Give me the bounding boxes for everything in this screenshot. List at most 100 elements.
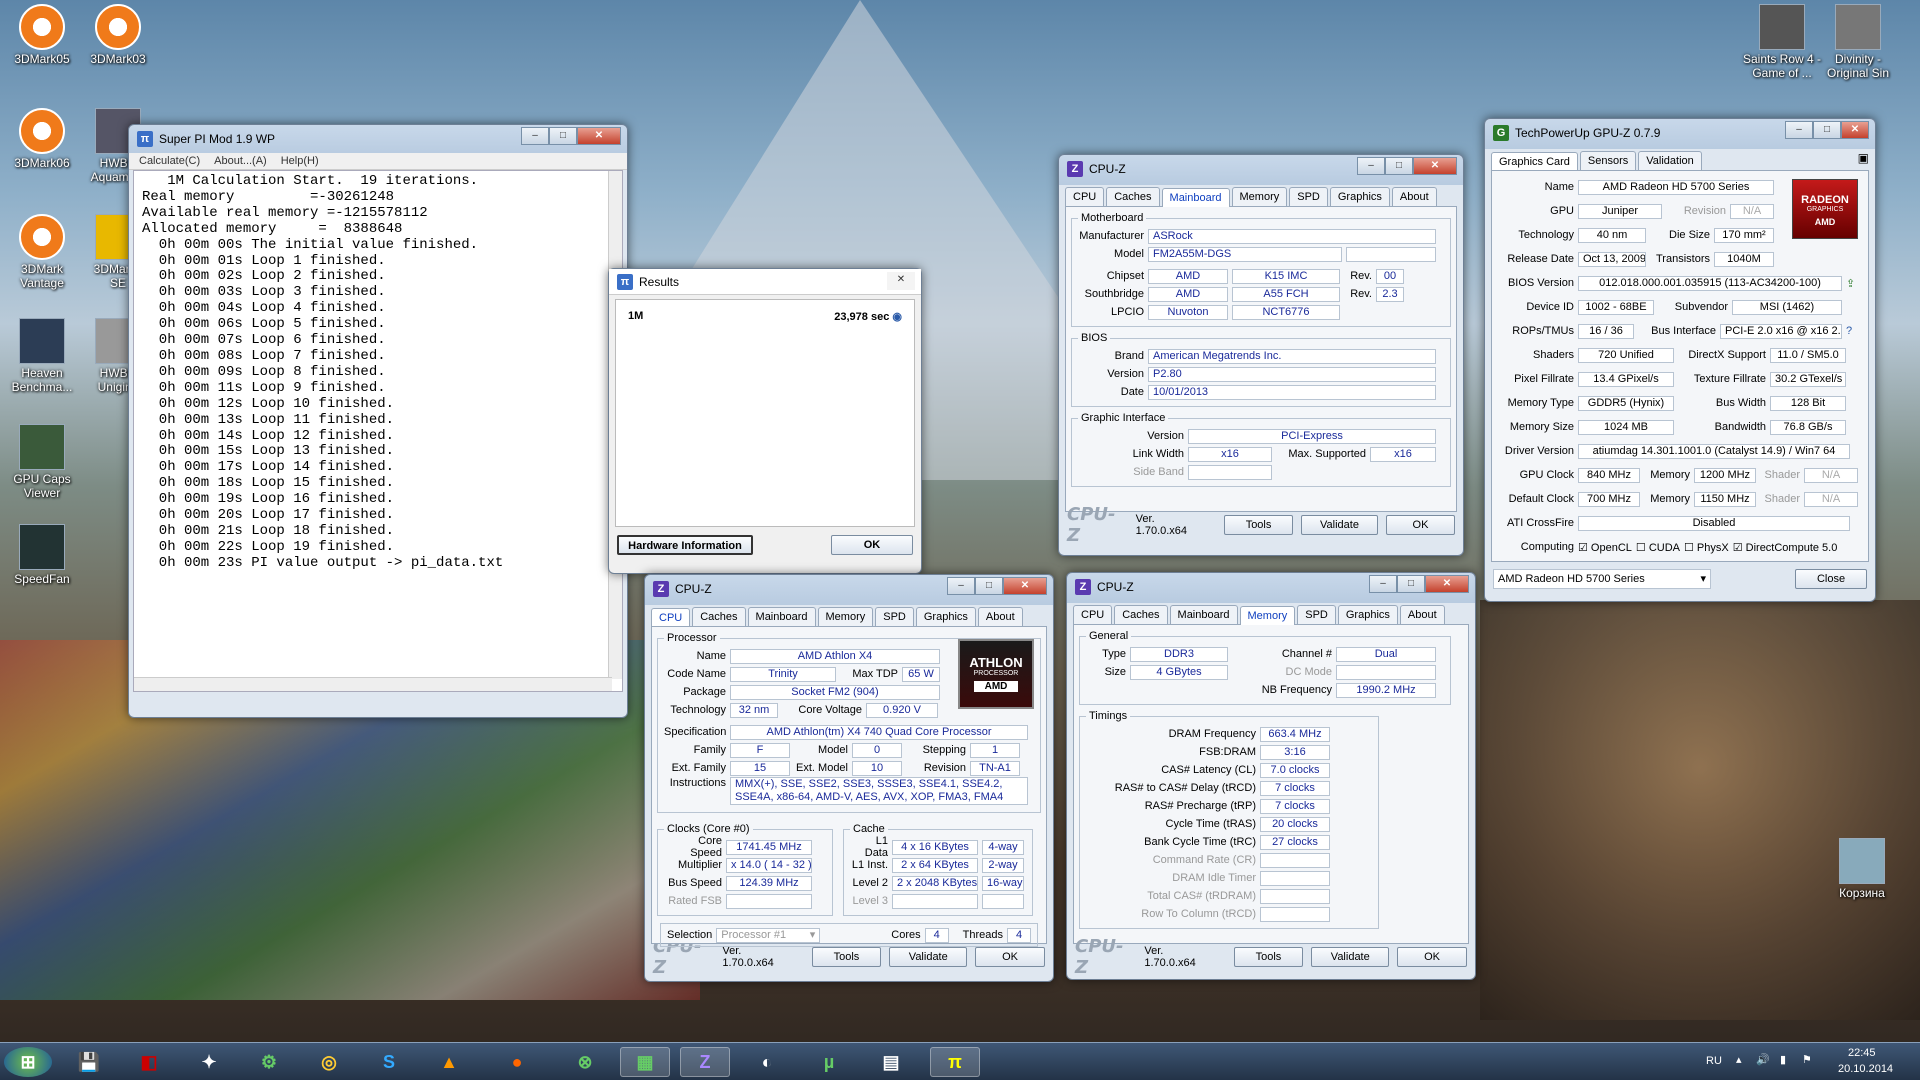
volume-icon[interactable]: 🔊 xyxy=(1756,1053,1770,1066)
tab-memory[interactable]: Memory xyxy=(817,607,874,626)
tab-graphics-card[interactable]: Graphics Card xyxy=(1491,152,1578,171)
tab-graphics[interactable]: Graphics xyxy=(1329,187,1390,206)
camera-icon[interactable]: ▣ xyxy=(1858,151,1869,170)
minimize-button[interactable]: – xyxy=(521,127,549,145)
maximize-button[interactable]: □ xyxy=(1397,575,1425,593)
minimize-button[interactable]: – xyxy=(947,577,975,595)
desktop-icon[interactable]: Saints Row 4 - Game of ... xyxy=(1740,4,1824,80)
minimize-button[interactable]: – xyxy=(1369,575,1397,593)
opencl-checkbox[interactable]: ☑ OpenCL xyxy=(1578,541,1632,554)
clock-date[interactable]: 20.10.2014 xyxy=(1838,1063,1893,1075)
tab-caches[interactable]: Caches xyxy=(692,607,746,626)
maximize-button[interactable]: □ xyxy=(1813,121,1841,139)
cpuz-titlebar[interactable]: Z CPU-Z – □ ✕ xyxy=(645,575,1053,603)
taskbar-chrome-icon[interactable]: ◎ xyxy=(304,1047,354,1077)
taskbar-amd-icon[interactable]: ◧ xyxy=(124,1047,174,1077)
gpuz-titlebar[interactable]: G TechPowerUp GPU-Z 0.7.9 – □ ✕ xyxy=(1485,119,1875,147)
tab-validation[interactable]: Validation xyxy=(1638,151,1702,170)
gpu-select[interactable]: AMD Radeon HD 5700 Series ▾ xyxy=(1493,569,1711,589)
tab-mainboard[interactable]: Mainboard xyxy=(1161,188,1230,207)
desktop-icon[interactable]: 3DMark Vantage xyxy=(0,214,84,290)
tab-graphics[interactable]: Graphics xyxy=(915,607,976,626)
tab-spd[interactable]: SPD xyxy=(1289,187,1328,206)
flag-icon[interactable]: ⚑ xyxy=(1802,1053,1812,1066)
physx-checkbox[interactable]: ☐ PhysX xyxy=(1684,541,1729,554)
cpuz-titlebar[interactable]: Z CPU-Z – □ ✕ xyxy=(1067,573,1475,601)
close-button[interactable]: ✕ xyxy=(577,127,621,145)
cpuz-titlebar[interactable]: Z CPU-Z – □ ✕ xyxy=(1059,155,1463,183)
tab-cpu[interactable]: CPU xyxy=(1073,605,1113,624)
tools-button[interactable]: Tools xyxy=(811,947,882,967)
tray-arrow-icon[interactable]: ▴ xyxy=(1736,1053,1742,1066)
directcompute-checkbox[interactable]: ☑ DirectCompute 5.0 xyxy=(1733,541,1838,554)
start-button[interactable]: ⊞ xyxy=(4,1047,52,1077)
results-ok-button[interactable]: OK xyxy=(831,535,913,555)
superpi-titlebar[interactable]: π Super PI Mod 1.9 WP – □ ✕ xyxy=(129,125,627,153)
minimize-button[interactable]: – xyxy=(1785,121,1813,139)
close-button[interactable]: ✕ xyxy=(1841,121,1869,139)
taskbar-superpi-icon[interactable]: π xyxy=(930,1047,980,1077)
desktop-icon[interactable]: GPU Caps Viewer xyxy=(0,424,84,500)
close-button[interactable]: ✕ xyxy=(1413,157,1457,175)
desktop-icon[interactable]: 3DMark05 xyxy=(0,4,84,66)
minimize-button[interactable]: – xyxy=(1357,157,1385,175)
processor-select[interactable]: Processor #1 ▾ xyxy=(716,927,821,943)
tab-spd[interactable]: SPD xyxy=(1297,605,1336,624)
cuda-checkbox[interactable]: ☐ CUDA xyxy=(1636,541,1680,554)
results-close-button[interactable]: ✕ xyxy=(887,272,915,290)
taskbar-xbox-icon[interactable]: ⊗ xyxy=(560,1047,610,1077)
tab-mainboard[interactable]: Mainboard xyxy=(1169,605,1238,624)
desktop-icon[interactable]: Divinity - Original Sin xyxy=(1816,4,1900,80)
tab-sensors[interactable]: Sensors xyxy=(1579,151,1637,170)
ok-button[interactable]: OK xyxy=(1385,515,1455,535)
tab-memory[interactable]: Memory xyxy=(1239,606,1296,625)
desktop-icon[interactable]: 3DMark03 xyxy=(76,4,160,66)
validate-button[interactable]: Validate xyxy=(889,947,968,967)
tab-cpu[interactable]: CPU xyxy=(1065,187,1105,206)
close-button[interactable]: ✕ xyxy=(1425,575,1469,593)
tab-memory[interactable]: Memory xyxy=(1231,187,1288,206)
menu-about[interactable]: About...(A) xyxy=(214,155,267,167)
tab-spd[interactable]: SPD xyxy=(875,607,914,626)
taskbar-save-icon[interactable]: 💾 xyxy=(64,1047,114,1077)
taskbar-cpuz-icon[interactable]: Z xyxy=(680,1047,730,1077)
tab-about[interactable]: About xyxy=(977,607,1023,626)
taskbar-sensor-icon[interactable]: ✦ xyxy=(184,1047,234,1077)
maximize-button[interactable]: □ xyxy=(975,577,1003,595)
close-button[interactable]: ✕ xyxy=(1003,577,1047,595)
tab-caches[interactable]: Caches xyxy=(1106,187,1160,206)
desktop-icon[interactable]: Heaven Benchma... xyxy=(0,318,84,394)
menu-calculate[interactable]: Calculate(C) xyxy=(139,155,200,167)
tab-about[interactable]: About xyxy=(1391,187,1437,206)
maximize-button[interactable]: □ xyxy=(1385,157,1413,175)
ok-button[interactable]: OK xyxy=(1397,947,1467,967)
tools-button[interactable]: Tools xyxy=(1233,947,1304,967)
network-icon[interactable]: ▮ xyxy=(1780,1053,1786,1066)
taskbar-utorrent-icon[interactable]: µ xyxy=(804,1047,854,1077)
validate-button[interactable]: Validate xyxy=(1301,515,1378,535)
share-icon[interactable]: ⇪ xyxy=(1846,277,1855,290)
results-titlebar[interactable]: π Results ✕ xyxy=(609,269,921,295)
taskbar-monitor-icon[interactable]: ⚙ xyxy=(244,1047,294,1077)
taskbar-aimp-icon[interactable]: ▲ xyxy=(424,1047,474,1077)
tab-about[interactable]: About xyxy=(1399,605,1445,624)
ok-button[interactable]: OK xyxy=(975,947,1045,967)
help-icon[interactable]: ? xyxy=(1846,325,1852,337)
taskbar-calculator-icon[interactable]: ▤ xyxy=(866,1047,916,1077)
taskbar-origin-icon[interactable]: ● xyxy=(492,1047,542,1077)
horizontal-scrollbar[interactable] xyxy=(134,677,612,691)
maximize-button[interactable]: □ xyxy=(549,127,577,145)
desktop-icon[interactable]: Корзина xyxy=(1820,838,1904,900)
desktop-icon[interactable]: 3DMark06 xyxy=(0,108,84,170)
menu-help[interactable]: Help(H) xyxy=(281,155,319,167)
hardware-information-button[interactable]: Hardware Information xyxy=(617,535,753,555)
language-indicator[interactable]: RU xyxy=(1706,1055,1722,1067)
desktop-icon[interactable]: SpeedFan xyxy=(0,524,84,586)
taskbar-skype-icon[interactable]: S xyxy=(364,1047,414,1077)
tab-graphics[interactable]: Graphics xyxy=(1337,605,1398,624)
tab-cpu[interactable]: CPU xyxy=(651,608,691,627)
validate-button[interactable]: Validate xyxy=(1311,947,1390,967)
taskbar-steam-icon[interactable]: ◐ xyxy=(742,1047,792,1077)
taskbar-gpuz-icon[interactable]: ▦ xyxy=(620,1047,670,1077)
tab-mainboard[interactable]: Mainboard xyxy=(747,607,816,626)
